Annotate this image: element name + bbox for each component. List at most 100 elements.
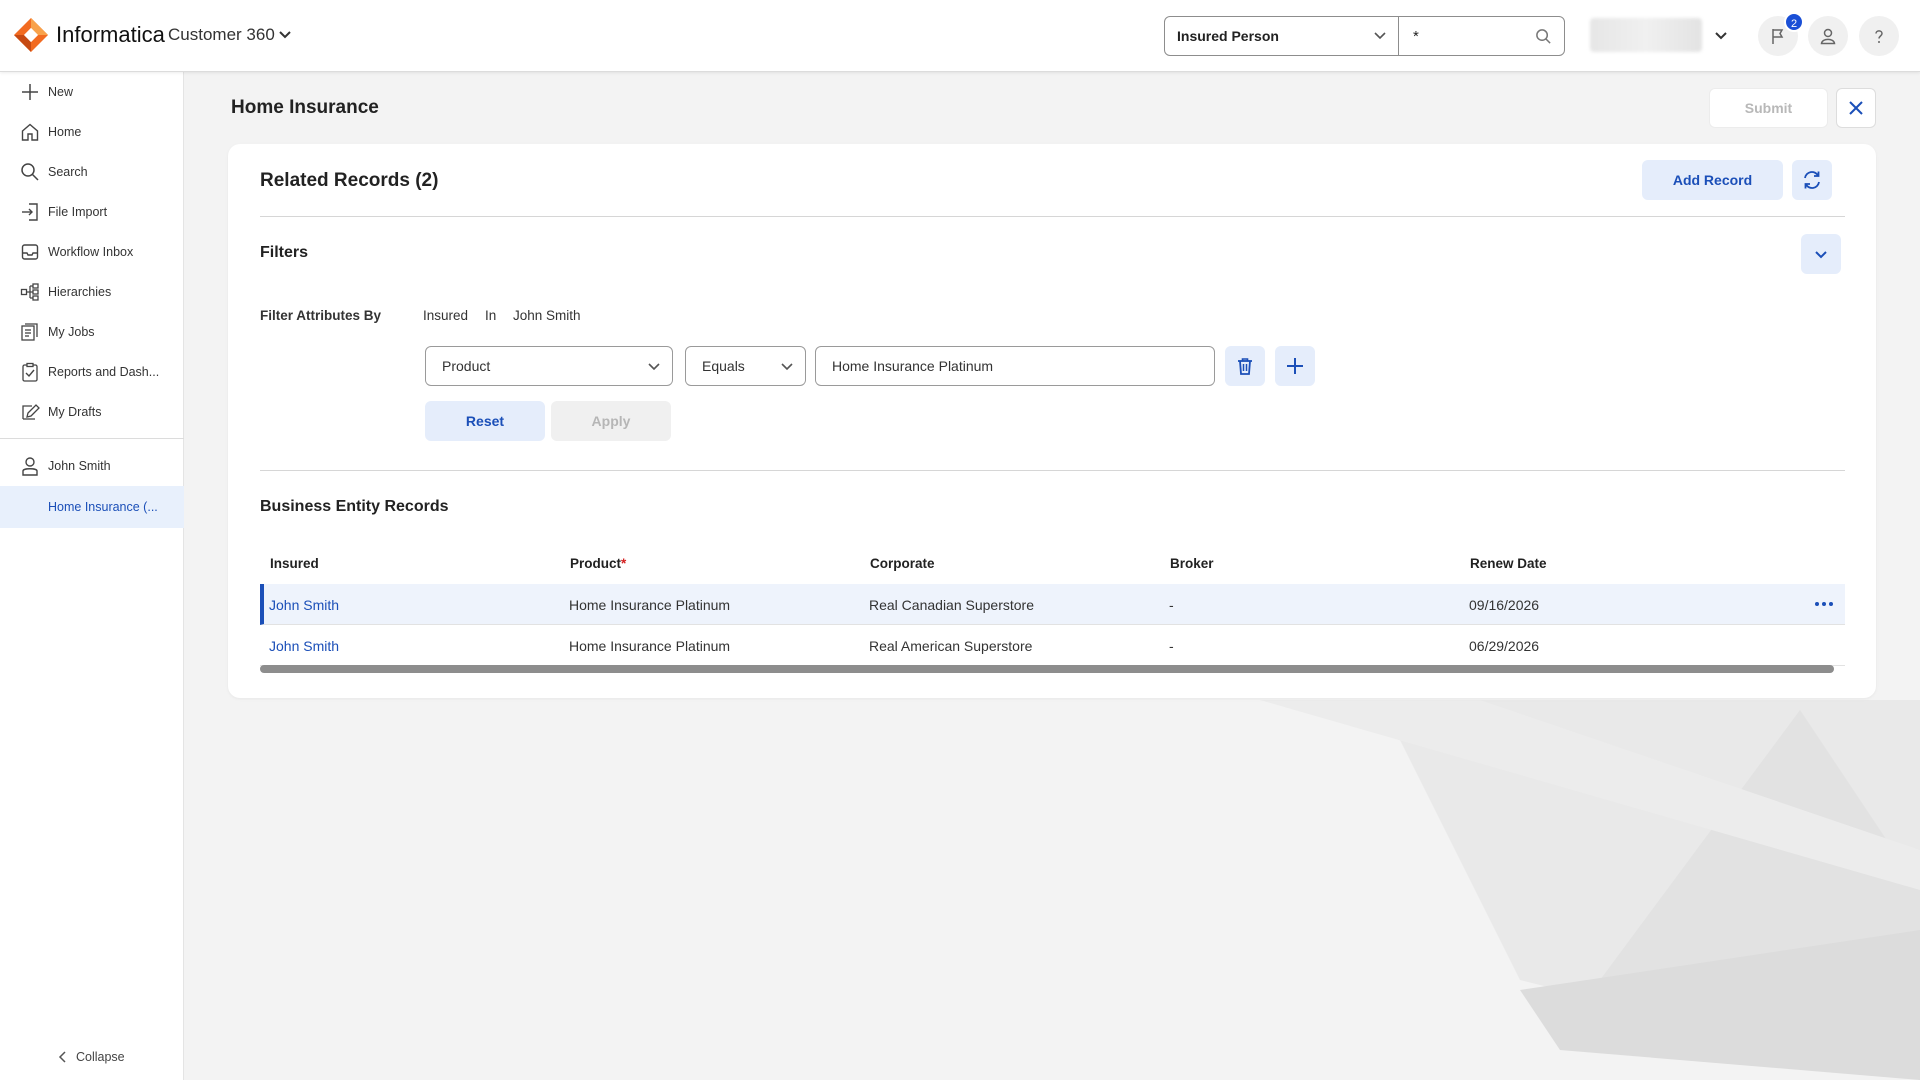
file-import-icon — [22, 203, 38, 221]
cell-insured-link[interactable]: John Smith — [269, 638, 339, 654]
filter-operator-select[interactable]: Equals — [685, 346, 806, 386]
sidebar-item-label: John Smith — [48, 459, 111, 473]
card-title: Related Records (2) — [260, 170, 439, 191]
column-header-broker[interactable]: Broker — [1170, 556, 1214, 571]
close-icon — [1849, 101, 1863, 115]
chevron-down-icon — [1374, 32, 1386, 40]
table-row[interactable]: John Smith Home Insurance Platinum Real … — [260, 584, 1845, 625]
plus-icon — [1287, 358, 1303, 374]
chevron-down-icon — [648, 363, 660, 371]
global-search: Insured Person — [1164, 16, 1565, 56]
add-filter-button[interactable] — [1275, 346, 1315, 386]
cell-insured-link[interactable]: John Smith — [269, 597, 339, 613]
sidebar-divider — [0, 438, 184, 439]
sidebar: New Home Search File Import Workflow Inb… — [0, 72, 184, 1080]
submit-button[interactable]: Submit — [1709, 88, 1828, 128]
search-input[interactable] — [1401, 19, 1521, 53]
filter-criteria-value: John Smith — [513, 308, 581, 323]
sidebar-item-my-drafts[interactable]: My Drafts — [0, 392, 184, 432]
sidebar-item-search[interactable]: Search — [0, 152, 184, 192]
page-title: Home Insurance — [231, 97, 379, 118]
search-type-select[interactable]: Insured Person — [1165, 17, 1399, 55]
search-icon[interactable] — [1535, 28, 1552, 45]
records-title: Business Entity Records — [260, 498, 449, 515]
table-row[interactable]: John Smith Home Insurance Platinum Real … — [260, 625, 1845, 666]
filter-attributes-label: Filter Attributes By — [260, 308, 382, 323]
drafts-icon — [22, 404, 40, 420]
sidebar-item-record-john-smith[interactable]: John Smith — [0, 446, 184, 486]
reset-button[interactable]: Reset — [425, 401, 545, 441]
column-header-insured[interactable]: Insured — [270, 556, 319, 571]
top-bar: Informatica Customer 360 Insured Person … — [0, 0, 1920, 72]
refresh-button[interactable] — [1792, 160, 1832, 200]
hierarchy-icon — [20, 283, 39, 301]
sidebar-item-my-jobs[interactable]: My Jobs — [0, 312, 184, 352]
background-decoration — [1260, 700, 1920, 1080]
sidebar-item-home[interactable]: Home — [0, 112, 184, 152]
user-profile-button[interactable] — [1808, 16, 1848, 56]
column-header-label: Corporate — [870, 556, 935, 571]
sidebar-item-label: File Import — [48, 205, 108, 219]
close-button[interactable] — [1836, 88, 1876, 128]
chevron-left-icon — [58, 1051, 66, 1063]
records-table-header: Insured Product* Corporate Broker Renew … — [260, 544, 1845, 584]
sidebar-item-home-insurance[interactable]: Home Insurance (... — [0, 486, 184, 528]
apply-button[interactable]: Apply — [551, 401, 671, 441]
cell-broker: - — [1169, 638, 1174, 654]
filter-value-input[interactable]: Home Insurance Platinum — [815, 346, 1215, 386]
column-header-label: Product — [570, 556, 622, 571]
column-header-renew-date[interactable]: Renew Date — [1470, 556, 1547, 571]
person-icon — [22, 457, 38, 476]
help-button[interactable] — [1859, 16, 1899, 56]
filters-title: Filters — [260, 244, 309, 261]
delete-filter-button[interactable] — [1225, 346, 1265, 386]
chevron-down-icon[interactable] — [276, 26, 294, 44]
filter-criteria-operator: In — [485, 308, 497, 323]
user-icon — [1820, 28, 1836, 45]
add-record-button[interactable]: Add Record — [1642, 160, 1783, 200]
column-header-label: Broker — [1170, 556, 1214, 571]
horizontal-scrollbar[interactable] — [260, 665, 1834, 673]
sidebar-item-label: My Drafts — [48, 405, 102, 419]
cell-broker: - — [1169, 597, 1174, 613]
notification-badge: 2 — [1784, 12, 1804, 32]
chevron-down-icon[interactable] — [1712, 27, 1730, 45]
filters-collapse-button[interactable] — [1801, 234, 1841, 274]
column-header-product[interactable]: Product* — [570, 556, 626, 571]
filter-field-select[interactable]: Product — [425, 346, 673, 386]
filter-criteria-attribute: Insured — [423, 308, 469, 323]
chevron-down-icon — [1815, 251, 1827, 259]
column-header-corporate[interactable]: Corporate — [870, 556, 935, 571]
trash-icon — [1238, 358, 1252, 375]
collapse-label: Collapse — [76, 1050, 125, 1064]
column-header-label: Insured — [270, 556, 319, 571]
cell-renew-date: 06/29/2026 — [1469, 638, 1540, 654]
search-type-label: Insured Person — [1177, 28, 1279, 44]
sidebar-item-label: Workflow Inbox — [48, 245, 134, 259]
sidebar-item-file-import[interactable]: File Import — [0, 192, 184, 232]
brand-name: Informatica — [56, 22, 165, 47]
sidebar-item-workflow-inbox[interactable]: Workflow Inbox — [0, 232, 184, 272]
user-name-redacted[interactable] — [1590, 18, 1702, 52]
sidebar-item-hierarchies[interactable]: Hierarchies — [0, 272, 184, 312]
sidebar-item-label: Home — [48, 125, 82, 139]
sidebar-item-label: Hierarchies — [48, 285, 112, 299]
product-name[interactable]: Customer 360 — [168, 25, 275, 45]
filter-operator-value: Equals — [702, 358, 745, 374]
plus-icon — [22, 84, 38, 100]
cell-product: Home Insurance Platinum — [569, 597, 731, 613]
related-records-card: Related Records (2) Add Record Filters F… — [228, 144, 1876, 698]
sidebar-item-new[interactable]: New — [0, 72, 184, 112]
sidebar-item-reports[interactable]: Reports and Dash... — [0, 352, 184, 392]
sidebar-item-label: New — [48, 85, 74, 99]
more-actions-icon[interactable] — [1812, 595, 1836, 613]
required-indicator: * — [621, 556, 627, 571]
reports-icon — [22, 362, 38, 382]
section-divider — [260, 470, 1845, 471]
cell-renew-date: 09/16/2026 — [1469, 597, 1540, 613]
chevron-down-icon — [781, 363, 793, 371]
sidebar-item-label: My Jobs — [48, 325, 95, 339]
sidebar-item-label: Reports and Dash... — [48, 365, 160, 379]
help-icon — [1875, 30, 1883, 43]
informatica-logo-icon[interactable] — [12, 16, 50, 54]
